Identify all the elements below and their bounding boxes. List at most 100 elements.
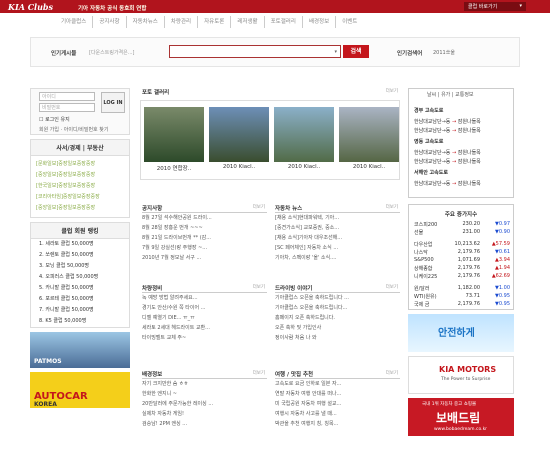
list-item[interactable]: [채용 소식]기아자 대우조선해... bbox=[275, 233, 400, 243]
rank-item[interactable]: 1. 세라토 클럽 50,000명 bbox=[31, 239, 129, 250]
banner-top: 국내 1위 자동차 중고 쇼핑몰 bbox=[422, 402, 477, 407]
keep-login-checkbox[interactable]: ☐ 로그인 유지 bbox=[39, 116, 70, 123]
list-item[interactable]: 자기 크지만한 숨 ㅎㅎ bbox=[142, 379, 267, 389]
list-item[interactable]: 정이사람 처음 나 와 bbox=[275, 333, 400, 343]
list-item[interactable]: 8월 27일 석수해안공원 드라이... bbox=[142, 213, 267, 223]
gallery-photo[interactable] bbox=[339, 107, 399, 162]
notice-more[interactable]: 더보기 bbox=[253, 204, 265, 210]
stock-name: 선물 bbox=[414, 230, 424, 236]
list-item[interactable]: [한국일보]중장일보중장중장 bbox=[36, 181, 124, 192]
list-item[interactable]: 검승남! 2PM 엔싱 ... bbox=[142, 419, 267, 429]
list-item[interactable]: 기아차, 스펙이랑 '올' 소식.... bbox=[275, 253, 400, 263]
notice-title: 공지사항 bbox=[142, 204, 267, 213]
rank-item[interactable]: 7. 카니발 클럽 50,000명 bbox=[31, 305, 129, 316]
nav-item-notice[interactable]: 공지사항 bbox=[93, 16, 127, 28]
gallery-caption[interactable]: 2010 Kiacl.. bbox=[339, 164, 399, 170]
list-item[interactable]: 한화한 엔지니 ~ bbox=[142, 389, 267, 399]
rank-item[interactable]: 3. 모닝 클럽 50,000명 bbox=[31, 261, 129, 272]
nav-item-forum[interactable]: 자유토론 bbox=[198, 16, 232, 28]
search-input[interactable]: ▾ bbox=[169, 45, 341, 58]
list-item[interactable]: 홈페이지 오픈 축하드립니다. bbox=[275, 313, 400, 323]
list-item[interactable]: [중앙일보]중장일보중장중장 bbox=[36, 203, 124, 214]
list-item[interactable]: 박관을 추천 여행지 칭, 칭목... bbox=[275, 419, 400, 429]
drive-more[interactable]: 더보기 bbox=[386, 284, 398, 290]
list-item[interactable]: 20만달러에 주문가능한 레이싱 ... bbox=[142, 399, 267, 409]
popular-link[interactable]: [다운스트링가격은...] bbox=[89, 49, 134, 56]
rank-item[interactable]: 2. 쏘렌토 클럽 50,000명 bbox=[31, 250, 129, 261]
gallery-caption[interactable]: 2010 Kiacl.. bbox=[274, 164, 334, 170]
route-from: 한남대교남단→동 bbox=[414, 159, 451, 165]
gallery-caption[interactable]: 2010 Kiacl.. bbox=[209, 164, 269, 170]
rank-item[interactable]: 5. 카니발 클럽 50,000명 bbox=[31, 283, 129, 294]
stock-row: 국제 금 2,179.76 ▼0.95 bbox=[414, 301, 510, 308]
stock-change: ▲57.59 bbox=[491, 241, 510, 247]
bobaedream-banner[interactable]: 국내 1위 자동차 중고 쇼핑몰 보배드림 www.bobaedream.co.… bbox=[408, 398, 514, 436]
car-news-more[interactable]: 더보기 bbox=[386, 204, 398, 210]
list-item[interactable]: 디젤 예열기 DIE... ㅠ_ㅠ bbox=[142, 313, 267, 323]
nav-item-news[interactable]: 자동차뉴스 bbox=[127, 16, 165, 28]
site-logo[interactable]: KIA Clubs bbox=[8, 2, 53, 12]
id-field[interactable]: 아이디 bbox=[39, 92, 95, 101]
list-item[interactable]: 2010년 7월 정모날 서구 ... bbox=[142, 253, 267, 263]
club-go-dropdown[interactable]: 클럽 바로가기 ▾ bbox=[464, 2, 526, 11]
list-item[interactable]: 미 국립공원 자동차 여행 설교... bbox=[275, 399, 400, 409]
list-item[interactable]: 기아클럽스 오픈을 축하드립니다 ... bbox=[275, 293, 400, 303]
gallery-photo[interactable] bbox=[144, 107, 204, 162]
list-item[interactable]: [중견가소식] 교보증권, 중소... bbox=[275, 223, 400, 233]
nav-item-leisure[interactable]: 레저생활 bbox=[231, 16, 265, 28]
kia-motors-banner[interactable]: KIA MOTORS The Power to Surprise bbox=[408, 356, 514, 394]
right-column: 날씨 | 유가 | 교통정보 경부 고속도로 한남대교남단→동 → 잠원나들목 … bbox=[408, 88, 514, 436]
list-item[interactable]: [문화일보]중장일보중장중장 bbox=[36, 159, 124, 170]
login-button[interactable]: LOG IN bbox=[101, 92, 125, 113]
gallery-caption[interactable]: 2010 연합장.. bbox=[144, 164, 204, 172]
rank-item[interactable]: 8. K5 클럽 50,000명 bbox=[31, 316, 129, 327]
list-item[interactable]: 연말 자동차 여행 안대를 떠나... bbox=[275, 389, 400, 399]
list-item[interactable]: [중앙일보]중장일보중장중장 bbox=[36, 170, 124, 181]
club-go-label: 클럽 바로가기 bbox=[468, 4, 498, 10]
nav-item-background[interactable]: 배경정보 bbox=[303, 16, 337, 28]
list-item[interactable]: 고속도로 요금 인하로 일본 자... bbox=[275, 379, 400, 389]
rank-item[interactable]: 4. 오피러스 클럽 50,000명 bbox=[31, 272, 129, 283]
rank-item[interactable]: 6. 포르테 클럽 50,000명 bbox=[31, 294, 129, 305]
list-item[interactable]: [채용 소식]현대파워텍, 기아... bbox=[275, 213, 400, 223]
safety-banner[interactable]: 안전하게 bbox=[408, 314, 514, 352]
nav-item-gallery[interactable]: 포토갤러리 bbox=[265, 16, 303, 28]
search-bar: 인기게시물 [다운스트링가격은...] ▾ 검색 인기검색어 2011쏘울 bbox=[30, 37, 520, 67]
nav-item-event[interactable]: 이벤트 bbox=[336, 16, 363, 28]
list-item[interactable]: 녹 예방 방법 알려주세요... bbox=[142, 293, 267, 303]
gallery-photo[interactable] bbox=[274, 107, 334, 162]
gallery-photo[interactable] bbox=[209, 107, 269, 162]
stock-row: 상해종합 2,179.76 ▲1.94 bbox=[414, 265, 510, 272]
nav-item-care[interactable]: 차량관리 bbox=[165, 16, 199, 28]
patmos-ad[interactable]: PATMOS bbox=[30, 332, 130, 368]
list-item[interactable]: 경기도 안산/수원 쪽 타이어 ... bbox=[142, 303, 267, 313]
search-button[interactable]: 검색 bbox=[343, 45, 369, 58]
list-item[interactable]: 8월 21일 드라이브번개 ** (감... bbox=[142, 233, 267, 243]
club-rank-list: 1. 세라토 클럽 50,000명 2. 쏘렌토 클럽 50,000명 3. 모… bbox=[31, 239, 129, 327]
password-field[interactable]: 비밀번호 bbox=[39, 103, 95, 112]
list-item[interactable]: 세라토 2세대 헤드라이트 교환... bbox=[142, 323, 267, 333]
gallery-more-link[interactable]: 더보기 bbox=[386, 88, 398, 94]
travel-panel: 여행 / 맛집 추천 더보기 고속도로 요금 인하로 일본 자... 연말 자동… bbox=[275, 370, 400, 429]
list-item[interactable]: 실제차 자동차 게임! bbox=[142, 409, 267, 419]
list-item[interactable]: 7월 9일 강실선(랑 주행장 ~... bbox=[142, 243, 267, 253]
traffic-title[interactable]: 날씨 | 유가 | 교통정보 bbox=[427, 91, 474, 98]
background-more[interactable]: 더보기 bbox=[253, 370, 265, 376]
list-item[interactable]: 기아클럽스 오픈을 축하드립니다... bbox=[275, 303, 400, 313]
travel-more[interactable]: 더보기 bbox=[386, 370, 398, 376]
autocar-ad[interactable]: AUTOCAR KOREA bbox=[30, 372, 130, 408]
drive-title: 드라이빙 이야기 bbox=[275, 284, 400, 293]
list-item[interactable]: [코리아타임]중장일보중장중장 bbox=[36, 192, 124, 203]
list-item[interactable]: 8월 28일 장흥운 번개 ~~~ bbox=[142, 223, 267, 233]
login-links[interactable]: 회원 가입 · 아이디/비밀번호 찾기 bbox=[39, 126, 108, 133]
nav-item-home[interactable]: 기아클럽스 bbox=[55, 16, 94, 28]
keep-login-label: 로그인 유지 bbox=[45, 117, 70, 123]
list-item[interactable]: 여행시 자동차 사고를 낼 때... bbox=[275, 409, 400, 419]
list-item[interactable]: 오픈 축하 및 가입인사 bbox=[275, 323, 400, 333]
stock-name: 코스피200 bbox=[414, 222, 438, 228]
hotword-link[interactable]: 2011쏘울 bbox=[433, 49, 455, 56]
list-item[interactable]: 타이밍벨트 교체 주~ bbox=[142, 333, 267, 343]
vehicle-more[interactable]: 더보기 bbox=[253, 284, 265, 290]
list-item[interactable]: [SC 페어체인] 자동차 소식 ... bbox=[275, 243, 400, 253]
stock-change: ▲1.94 bbox=[495, 265, 510, 271]
